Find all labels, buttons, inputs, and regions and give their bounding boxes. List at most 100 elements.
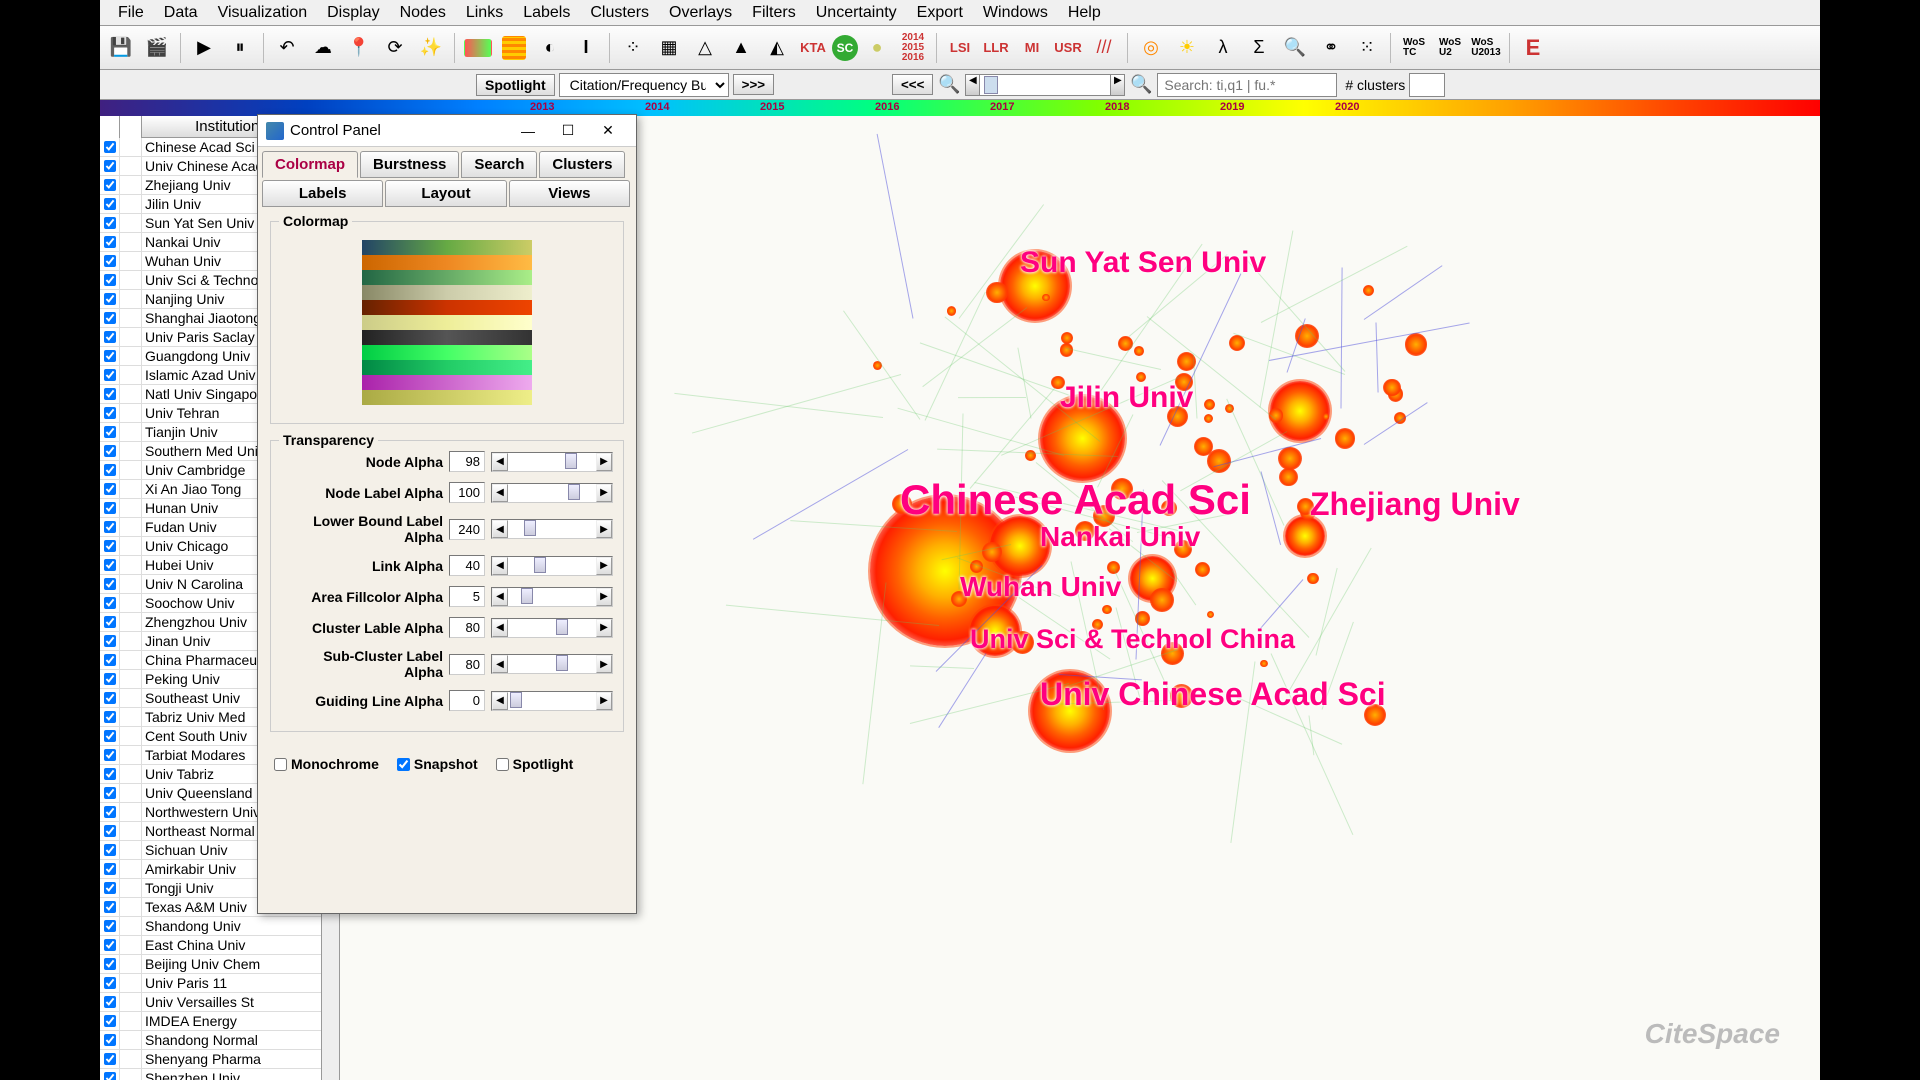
lambda-icon[interactable]: λ — [1206, 31, 1240, 65]
visibility-checkbox[interactable] — [100, 423, 120, 441]
graph-node-small[interactable] — [1042, 294, 1049, 301]
link-icon[interactable]: ⚭ — [1314, 31, 1348, 65]
visibility-checkbox[interactable] — [100, 309, 120, 327]
graph-node-small[interactable] — [1195, 562, 1211, 578]
minimize-icon[interactable]: — — [508, 115, 548, 147]
tree2-icon[interactable]: ▲ — [724, 31, 758, 65]
visibility-checkbox[interactable] — [100, 803, 120, 821]
visibility-checkbox[interactable] — [100, 138, 120, 156]
slider-left-icon[interactable]: ◀ — [492, 619, 508, 637]
slider-thumb[interactable] — [524, 520, 536, 536]
slider-track[interactable]: ◀▶ — [491, 519, 613, 539]
slider-right-icon[interactable]: ▶ — [596, 692, 612, 710]
graph-node-small[interactable] — [1204, 414, 1213, 423]
slider-value[interactable] — [449, 654, 485, 675]
visibility-checkbox[interactable] — [100, 708, 120, 726]
backward-button[interactable]: <<< — [892, 74, 933, 95]
tab-clusters[interactable]: Clusters — [539, 151, 625, 178]
slider-value[interactable] — [449, 482, 485, 503]
menu-help[interactable]: Help — [1058, 1, 1111, 25]
slider-right-icon[interactable]: ▶ — [596, 453, 612, 471]
wos-u2-button[interactable]: WoSU2 — [1433, 31, 1467, 65]
slider-left-icon[interactable]: ◀ — [492, 453, 508, 471]
visibility-checkbox[interactable] — [100, 879, 120, 897]
list-item[interactable]: Univ Paris 11 — [100, 974, 321, 993]
visibility-checkbox[interactable] — [100, 594, 120, 612]
graph-node-small[interactable] — [947, 306, 956, 315]
visibility-checkbox[interactable] — [100, 613, 120, 631]
visibility-checkbox[interactable] — [100, 784, 120, 802]
slider-value[interactable] — [449, 617, 485, 638]
tab-search[interactable]: Search — [461, 151, 537, 178]
scatter-icon[interactable]: ⁘ — [616, 31, 650, 65]
graph-node-small[interactable] — [1307, 573, 1319, 585]
visibility-checkbox[interactable] — [100, 1031, 120, 1049]
tab-views[interactable]: Views — [509, 180, 630, 207]
visibility-checkbox[interactable] — [100, 936, 120, 954]
spark-icon[interactable]: ✨ — [414, 31, 448, 65]
slider-left-icon[interactable]: ◀ — [492, 692, 508, 710]
slider-right-icon[interactable]: ▶ — [596, 619, 612, 637]
refresh-icon[interactable]: ⟳ — [378, 31, 412, 65]
menu-overlays[interactable]: Overlays — [659, 1, 742, 25]
yellow-circle-icon[interactable]: ● — [860, 31, 894, 65]
sun-icon[interactable]: ☀ — [1170, 31, 1204, 65]
sigma-icon[interactable]: Σ — [1242, 31, 1276, 65]
gradient-icon[interactable] — [464, 39, 492, 57]
slider-right-icon[interactable]: ▶ — [596, 520, 612, 538]
graph-node-small[interactable] — [1061, 332, 1073, 344]
graph-node-small[interactable] — [1279, 468, 1297, 486]
visibility-checkbox[interactable] — [100, 328, 120, 346]
nodes-color-icon[interactable]: ⁙ — [1350, 31, 1384, 65]
years-button[interactable]: 201420152016 — [896, 31, 930, 65]
rotate-left-icon[interactable]: ↶ — [270, 31, 304, 65]
menu-filters[interactable]: Filters — [742, 1, 806, 25]
menu-file[interactable]: File — [108, 1, 154, 25]
visibility-checkbox[interactable] — [100, 993, 120, 1011]
slider-thumb[interactable] — [565, 453, 577, 469]
visibility-checkbox[interactable] — [100, 461, 120, 479]
menu-display[interactable]: Display — [317, 1, 389, 25]
visibility-checkbox[interactable] — [100, 689, 120, 707]
visibility-checkbox[interactable] — [100, 442, 120, 460]
menu-data[interactable]: Data — [154, 1, 208, 25]
spotlight-checkbox[interactable]: Spotlight — [496, 756, 574, 772]
cluster-color-icon[interactable]: ▦ — [652, 31, 686, 65]
visibility-checkbox[interactable] — [100, 252, 120, 270]
slider-track[interactable]: ◀▶ — [491, 691, 613, 711]
tab-colormap[interactable]: Colormap — [262, 151, 358, 178]
grid-icon[interactable] — [502, 36, 526, 60]
menu-export[interactable]: Export — [907, 1, 973, 25]
lsi-button[interactable]: LSI — [943, 31, 977, 65]
forward-button[interactable]: >>> — [733, 74, 774, 95]
slider-left-icon[interactable]: ◀ — [492, 588, 508, 606]
graph-node-small[interactable] — [1363, 285, 1374, 296]
graph-node-small[interactable] — [1335, 428, 1355, 448]
play-icon[interactable]: ▶ — [187, 31, 221, 65]
monochrome-checkbox[interactable]: Monochrome — [274, 756, 379, 772]
list-item[interactable]: Shenyang Pharma — [100, 1050, 321, 1069]
menu-windows[interactable]: Windows — [973, 1, 1058, 25]
slider-thumb[interactable] — [568, 484, 580, 500]
llr-button[interactable]: LLR — [979, 31, 1013, 65]
visibility-checkbox[interactable] — [100, 841, 120, 859]
visibility-checkbox[interactable] — [100, 974, 120, 992]
text-icon[interactable]: I — [569, 31, 603, 65]
epsilon-icon[interactable]: E — [1516, 31, 1550, 65]
slider-right-icon[interactable]: ▶ — [596, 588, 612, 606]
tab-layout[interactable]: Layout — [385, 180, 506, 207]
visibility-checkbox[interactable] — [100, 898, 120, 916]
visibility-checkbox[interactable] — [100, 746, 120, 764]
burst-select[interactable]: Citation/Frequency Burst — [559, 73, 729, 97]
tree1-icon[interactable]: △ — [688, 31, 722, 65]
visibility-checkbox[interactable] — [100, 404, 120, 422]
slider-track[interactable]: ◀▶ — [491, 618, 613, 638]
graph-node-small[interactable] — [1134, 346, 1144, 356]
list-item[interactable]: Shandong Normal — [100, 1031, 321, 1050]
visibility-checkbox[interactable] — [100, 765, 120, 783]
colormap-swatches[interactable] — [362, 240, 532, 405]
slider-value[interactable] — [449, 586, 485, 607]
zoom-out-icon[interactable]: 🔍 — [937, 73, 961, 97]
slider-thumb[interactable] — [556, 655, 568, 671]
visibility-checkbox[interactable] — [100, 518, 120, 536]
